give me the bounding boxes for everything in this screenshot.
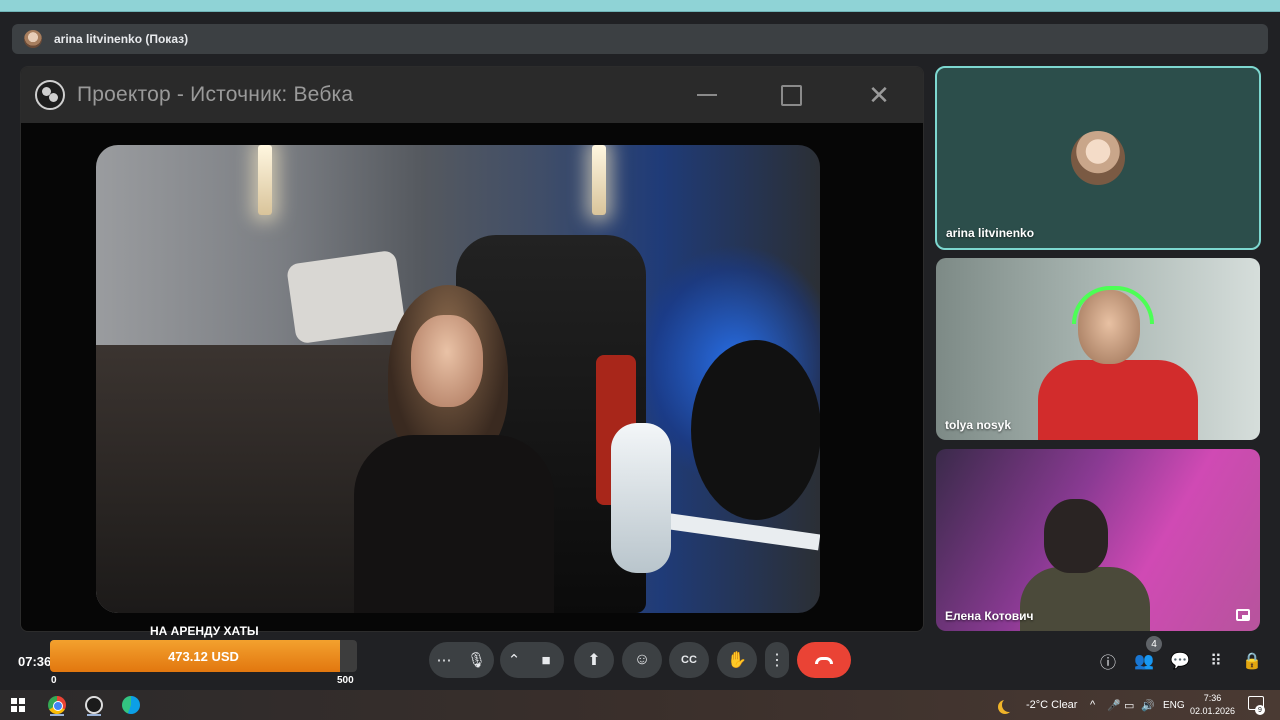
donation-progress-bar: 473.12 USD — [50, 640, 357, 672]
taskbar-time: 7:36 — [1203, 693, 1222, 703]
maximize-icon — [777, 81, 805, 109]
notification-count: 9 — [1255, 705, 1265, 715]
close-icon: ✕ — [868, 79, 890, 110]
taskbar-clock[interactable]: 7:36 02.01.2026 — [1190, 692, 1235, 718]
browser-tab-strip — [0, 0, 1280, 12]
taskbar-date: 02.01.2026 — [1190, 706, 1236, 716]
obs-icon — [85, 696, 103, 714]
people-count-badge: 4 — [1146, 636, 1162, 652]
participant-body — [1038, 360, 1198, 440]
raise-hand-button[interactable]: ✋ — [717, 642, 757, 678]
present-screen-button[interactable]: ⬆ — [574, 642, 614, 678]
windows-taskbar: -2°C Clear ^ 🎤 ▭ 🔊 ENG 7:36 02.01.2026 9 — [0, 690, 1280, 720]
pin-icon[interactable] — [1236, 609, 1250, 621]
mic-control-group: ⋯ 🎙 — [429, 642, 494, 678]
presenter-label: arina litvinenko (Показ) — [54, 32, 189, 46]
donation-amount: 473.12 USD — [168, 648, 239, 664]
participant-video — [1038, 286, 1198, 440]
participant-head — [1044, 499, 1108, 573]
streamer-body — [354, 435, 554, 613]
active-indicator — [50, 714, 64, 716]
participant-name: tolya nosyk — [945, 418, 1012, 432]
emoji-reaction-button[interactable]: ☺ — [622, 642, 662, 678]
meeting-clock: 07:36 — [18, 654, 52, 669]
meeting-info-button[interactable]: ⓘ — [1097, 650, 1119, 672]
activities-button[interactable]: ⠿ — [1205, 650, 1227, 672]
dark-object — [691, 340, 820, 520]
start-button[interactable] — [6, 694, 30, 716]
hangup-icon — [815, 656, 833, 664]
host-controls-button[interactable]: 🔒 — [1241, 650, 1263, 672]
participant-head — [1072, 286, 1154, 364]
streamer-face — [411, 315, 483, 407]
donation-goal-widget: НА АРЕНДУ ХАТЫ 07:36 473.12 USD 0 500 — [0, 620, 370, 690]
participant-tile[interactable]: tolya nosyk — [936, 258, 1260, 440]
wall-lamp — [258, 145, 272, 215]
edge-icon — [122, 696, 140, 714]
minimize-icon — [693, 81, 721, 109]
windows-logo-icon — [11, 698, 25, 712]
tray-overflow-button[interactable]: ^ — [1090, 690, 1095, 720]
volume-icon[interactable]: 🔊 — [1141, 690, 1155, 720]
presenter-bar: arina litvinenko (Показ) — [12, 24, 1268, 54]
more-mic-options-button[interactable]: ⋯ — [429, 642, 459, 678]
participant-video — [1020, 499, 1150, 631]
projector-titlebar: Проектор - Источник: Вебка ✕ — [21, 67, 923, 123]
taskbar-chrome[interactable] — [45, 694, 69, 716]
mic-icon[interactable]: 🎙 — [459, 642, 494, 678]
webcam-feed — [96, 145, 820, 613]
pillow — [285, 249, 407, 345]
participant-tile[interactable]: arina litvinenko — [935, 66, 1261, 250]
taskbar-obs[interactable] — [82, 694, 106, 716]
camera-icon[interactable]: ■ — [528, 642, 564, 678]
participant-name: arina litvinenko — [946, 226, 1035, 240]
projector-title: Проектор - Источник: Вебка — [77, 83, 354, 106]
microphone — [611, 423, 671, 573]
camera-control-group: ⌃ ■ — [500, 642, 564, 678]
avatar — [1071, 131, 1125, 185]
leave-call-button[interactable] — [797, 642, 851, 678]
weather-widget[interactable]: -2°C Clear — [998, 690, 1077, 720]
obs-logo-icon — [35, 80, 65, 110]
chrome-icon — [48, 696, 66, 714]
shared-screen-projector: Проектор - Источник: Вебка ✕ — [20, 66, 924, 632]
mic-tray-icon[interactable]: 🎤 — [1107, 690, 1121, 720]
wall-lamp — [592, 145, 606, 215]
active-indicator — [87, 714, 101, 716]
meeting-controls: ⋯ 🎙 ⌃ ■ ⬆ ☺ CC ✋ ⋮ — [429, 642, 851, 678]
taskbar-edge[interactable] — [119, 694, 143, 716]
participant-name: Елена Котович — [945, 609, 1034, 623]
donation-title: НА АРЕНДУ ХАТЫ — [150, 624, 259, 638]
more-options-button[interactable]: ⋮ — [765, 642, 789, 678]
captions-button[interactable]: CC — [669, 642, 709, 678]
donation-max: 500 — [337, 675, 354, 686]
input-language[interactable]: ENG — [1163, 690, 1185, 720]
donation-min: 0 — [51, 675, 57, 686]
people-button[interactable]: 👥 — [1133, 650, 1155, 672]
moon-icon — [1002, 698, 1016, 712]
camera-options-chevron-icon[interactable]: ⌃ — [500, 642, 528, 678]
mic-arm — [655, 511, 820, 551]
presenter-avatar — [24, 30, 42, 48]
projector-video-area — [21, 123, 923, 631]
battery-icon[interactable]: ▭ — [1124, 690, 1134, 720]
participant-body — [1020, 567, 1150, 631]
chat-button[interactable]: 💬 — [1169, 650, 1191, 672]
weather-text: -2°C Clear — [1026, 699, 1078, 711]
participant-tile[interactable]: Елена Котович — [936, 449, 1260, 631]
